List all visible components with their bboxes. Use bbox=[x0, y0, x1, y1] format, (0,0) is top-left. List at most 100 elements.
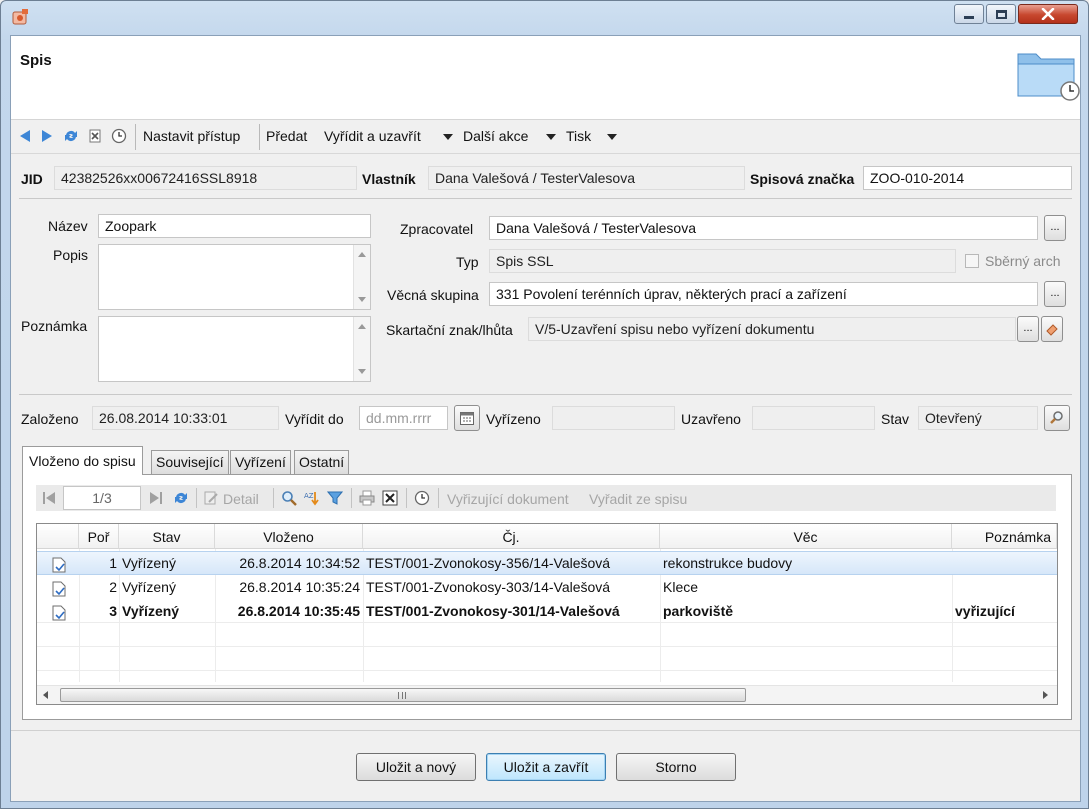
more-actions-dropdown-icon[interactable] bbox=[546, 134, 556, 140]
processor-field[interactable]: Dana Valešová / TesterValesova bbox=[489, 216, 1038, 240]
refresh-icon[interactable] bbox=[63, 128, 79, 144]
page-indicator[interactable]: 1/3 bbox=[63, 486, 141, 510]
name-input[interactable]: Zoopark bbox=[98, 214, 371, 238]
grid-toolbar: 1/3 Detail AZ Vyřizující dokument Vyřadi… bbox=[36, 485, 1056, 511]
collect-sheet-checkbox[interactable] bbox=[965, 254, 979, 268]
minimize-button[interactable] bbox=[954, 4, 984, 24]
settle-and-close-button[interactable]: Vyřídit a uzavřít bbox=[324, 128, 421, 144]
first-page-icon[interactable] bbox=[42, 490, 56, 509]
toolbar-separator bbox=[351, 488, 352, 508]
grid-refresh-icon[interactable] bbox=[173, 490, 189, 509]
more-actions-menu[interactable]: Další akce bbox=[463, 128, 528, 144]
description-scrollbar[interactable] bbox=[353, 245, 370, 309]
handover-button[interactable]: Předat bbox=[266, 128, 307, 144]
save-and-close-button[interactable]: Uložit a zavřít bbox=[486, 753, 606, 781]
retention-label: Skartační znak/lhůta bbox=[386, 322, 513, 338]
tab-other[interactable]: Ostatní bbox=[294, 450, 350, 474]
history-clock-icon[interactable] bbox=[111, 128, 127, 144]
owner-field: Dana Valešová / TesterValesova bbox=[428, 166, 745, 190]
subject-group-field[interactable]: 331 Povolení terénních úprav, některých … bbox=[489, 282, 1038, 306]
close-button[interactable] bbox=[1018, 4, 1078, 24]
horizontal-scrollbar[interactable] bbox=[37, 685, 1057, 704]
jid-label: JID bbox=[21, 171, 43, 187]
document-icon bbox=[52, 602, 66, 626]
print-dropdown-icon[interactable] bbox=[607, 134, 617, 140]
sort-icon[interactable]: AZ bbox=[304, 490, 320, 509]
processor-label: Zpracovatel bbox=[400, 221, 474, 237]
column-header-reference[interactable]: Čj. bbox=[363, 524, 660, 549]
note-textarea[interactable] bbox=[98, 316, 371, 382]
scroll-left-icon[interactable] bbox=[43, 691, 48, 699]
toolbar-separator bbox=[196, 488, 197, 508]
maximize-button[interactable] bbox=[986, 4, 1016, 24]
tab-settlement[interactable]: Vyřízení bbox=[230, 450, 291, 474]
filter-icon[interactable] bbox=[326, 490, 344, 509]
search-icon[interactable] bbox=[281, 490, 297, 509]
excel-export-icon[interactable] bbox=[382, 490, 398, 509]
cancel-button[interactable]: Storno bbox=[616, 753, 736, 781]
settled-label: Vyřízeno bbox=[486, 411, 541, 427]
state-field: Otevřený bbox=[918, 406, 1038, 430]
collect-sheet-label: Sběrný arch bbox=[985, 253, 1061, 269]
state-search-button[interactable] bbox=[1044, 405, 1070, 431]
toolbar-separator bbox=[438, 488, 439, 508]
due-date-input[interactable]: dd.mm.rrrr bbox=[359, 406, 448, 430]
closed-field bbox=[752, 406, 875, 430]
document-icon bbox=[52, 578, 66, 602]
note-label: Poznámka bbox=[21, 318, 88, 334]
table-row[interactable]: 2 Vyřízený 26.8.2014 10:35:24 TEST/001-Z… bbox=[37, 576, 1057, 600]
created-label: Založeno bbox=[21, 411, 79, 427]
owner-label: Vlastník bbox=[362, 171, 416, 187]
svg-text:AZ: AZ bbox=[304, 492, 314, 500]
tab-related[interactable]: Související bbox=[151, 450, 229, 474]
application-window: Spis Nastavit přístup Předat Vyřídit a u… bbox=[0, 0, 1089, 809]
type-field: Spis SSL bbox=[489, 249, 956, 273]
scrollbar-thumb[interactable] bbox=[60, 688, 746, 702]
column-header-icon[interactable] bbox=[37, 524, 79, 549]
grid-history-icon[interactable] bbox=[414, 490, 430, 509]
save-and-new-button[interactable]: Uložit a nový bbox=[356, 753, 476, 781]
created-field: 26.08.2014 10:33:01 bbox=[92, 406, 279, 430]
delete-document-icon[interactable] bbox=[87, 128, 103, 144]
documents-table: Poř Stav Vloženo Čj. Věc Poznámka 1 Vyří… bbox=[36, 523, 1058, 705]
table-row[interactable]: 3 Vyřízený 26.8.2014 10:35:45 TEST/001-Z… bbox=[37, 600, 1057, 624]
calendar-button[interactable] bbox=[454, 405, 480, 431]
toolbar-separator bbox=[406, 488, 407, 508]
magnifier-icon bbox=[1050, 411, 1063, 424]
forward-arrow-icon[interactable] bbox=[39, 128, 55, 144]
settling-document-button[interactable]: Vyřizující dokument bbox=[447, 491, 569, 507]
file-mark-field[interactable]: ZOO-010-2014 bbox=[863, 166, 1072, 190]
table-row[interactable]: 1 Vyřízený 26.8.2014 10:34:52 TEST/001-Z… bbox=[37, 551, 1057, 575]
tab-inserted[interactable]: Vloženo do spisu bbox=[22, 446, 143, 475]
settle-dropdown-icon[interactable] bbox=[443, 134, 453, 140]
column-header-subject[interactable]: Věc bbox=[660, 524, 952, 549]
retention-edit-button[interactable] bbox=[1041, 316, 1063, 342]
scroll-right-icon[interactable] bbox=[1043, 691, 1048, 699]
eraser-icon bbox=[1046, 324, 1058, 336]
description-textarea[interactable] bbox=[98, 244, 371, 310]
toolbar: Nastavit přístup Předat Vyřídit a uzavří… bbox=[11, 120, 1080, 154]
name-label: Název bbox=[48, 218, 88, 234]
column-header-inserted[interactable]: Vloženo bbox=[215, 524, 363, 549]
app-icon bbox=[11, 8, 29, 26]
print-menu[interactable]: Tisk bbox=[566, 128, 591, 144]
column-header-order[interactable]: Poř bbox=[79, 524, 119, 549]
printer-icon[interactable] bbox=[359, 490, 375, 509]
subject-group-browse-button[interactable]: ... bbox=[1044, 281, 1066, 307]
remove-from-file-button[interactable]: Vyřadit ze spisu bbox=[589, 491, 687, 507]
client-area: Spis Nastavit přístup Předat Vyřídit a u… bbox=[10, 35, 1081, 802]
set-access-button[interactable]: Nastavit přístup bbox=[143, 128, 240, 144]
last-page-icon[interactable] bbox=[149, 490, 163, 509]
back-arrow-icon[interactable] bbox=[17, 128, 33, 144]
processor-browse-button[interactable]: ... bbox=[1044, 215, 1066, 241]
document-icon bbox=[52, 554, 66, 578]
file-mark-label: Spisová značka bbox=[750, 171, 855, 187]
close-icon bbox=[1019, 5, 1077, 23]
column-header-note[interactable]: Poznámka bbox=[952, 524, 1057, 549]
detail-edit-icon[interactable] bbox=[203, 490, 219, 509]
detail-button[interactable]: Detail bbox=[223, 491, 259, 507]
column-header-state[interactable]: Stav bbox=[119, 524, 215, 549]
note-scrollbar[interactable] bbox=[353, 317, 370, 381]
state-label: Stav bbox=[881, 411, 910, 427]
retention-browse-button[interactable]: ... bbox=[1017, 316, 1039, 342]
